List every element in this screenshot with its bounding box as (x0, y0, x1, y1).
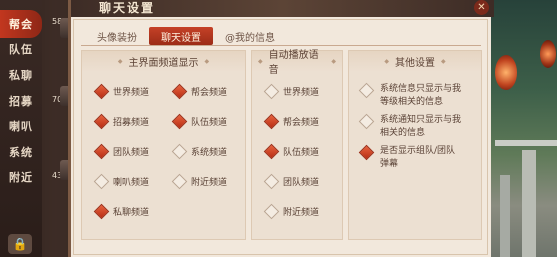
option-label: 帮会频道 (283, 118, 320, 128)
checkbox[interactable] (93, 83, 110, 100)
section-title: 其他设置 (349, 51, 481, 71)
checkbox[interactable] (93, 173, 110, 190)
tab-mentions[interactable]: @我的信息 (213, 27, 287, 45)
option-label: 系统信息只显示与我 等级相关的信息 (380, 83, 461, 109)
checkbox[interactable] (358, 113, 375, 130)
stone-pillar (500, 175, 510, 257)
option-team-channel[interactable]: 队伍频道 (171, 113, 228, 130)
tab-avatar-decoration[interactable]: 头像装扮 (85, 27, 149, 45)
checkbox[interactable] (171, 113, 188, 130)
option-team-barrage[interactable]: 是否显示组队/团队 弹幕 (358, 144, 486, 171)
lantern-decoration (540, 40, 556, 68)
checkbox[interactable] (171, 83, 188, 100)
option-private-channel[interactable]: 私聊频道 (93, 203, 150, 220)
option-system-channel[interactable]: 系统频道 (171, 143, 228, 160)
option-world-channel[interactable]: 世界频道 (93, 83, 150, 100)
settings-tabs: 头像装扮 聊天设置 @我的信息 (85, 27, 287, 45)
sidebar-item-nearby[interactable]: 附近 (0, 163, 42, 191)
option-label: 团队频道 (283, 178, 320, 188)
panel-title: 聊天设置 (99, 1, 156, 15)
voice-nearby-channel[interactable]: 附近频道 (263, 203, 320, 220)
checkbox[interactable] (358, 82, 375, 99)
main-channel-display-section: 主界面频道显示 世界频道 帮会频道 招募频道 队伍频道 团队频道 系统频道 喇叭… (81, 50, 246, 240)
option-guild-channel[interactable]: 帮会频道 (171, 83, 228, 100)
option-label-line: 系统通知只显示与我 (380, 115, 462, 125)
option-horn-channel[interactable]: 喇叭频道 (93, 173, 150, 190)
voice-guild-channel[interactable]: 帮会频道 (263, 113, 320, 130)
sidebar-item-recruit[interactable]: 招募 (0, 87, 42, 115)
sidebar-item-guild[interactable]: 帮会 (0, 10, 42, 38)
option-nearby-channel[interactable]: 附近频道 (171, 173, 228, 190)
option-label: 团队频道 (113, 148, 150, 158)
checkbox[interactable] (93, 143, 110, 160)
auto-play-voice-section: 自动播放语音 世界频道 帮会频道 队伍频道 团队频道 附近频道 (251, 50, 343, 240)
checkbox[interactable] (263, 113, 280, 130)
section-title: 自动播放语音 (252, 50, 342, 76)
option-label-line: 相关的信息 (380, 128, 426, 138)
option-label-line: 是否显示组队/团队 (380, 146, 456, 156)
option-label: 世界频道 (283, 88, 320, 98)
option-label-line: 等级相关的信息 (380, 97, 444, 107)
checkbox[interactable] (171, 173, 188, 190)
option-label: 是否显示组队/团队 弹幕 (380, 145, 455, 171)
sidebar-item-system[interactable]: 系统 (0, 138, 42, 166)
voice-raid-channel[interactable]: 团队频道 (263, 173, 320, 190)
option-label: 附近频道 (283, 208, 320, 218)
sidebar-item-horn[interactable]: 喇叭 (0, 112, 42, 140)
checkbox[interactable] (93, 203, 110, 220)
sidebar-item-team[interactable]: 队伍 (0, 35, 42, 63)
stone-pillar (522, 150, 536, 257)
close-icon[interactable]: ✕ (474, 0, 489, 15)
option-label: 喇叭频道 (113, 178, 150, 188)
panel-header: 聊天设置 ✕ (71, 0, 494, 17)
checkbox[interactable] (171, 143, 188, 160)
section-title: 主界面频道显示 (82, 51, 245, 71)
option-label: 系统通知只显示与我 相关的信息 (380, 114, 461, 140)
checkbox[interactable] (93, 113, 110, 130)
lock-icon[interactable]: 🔒 (8, 234, 32, 254)
option-label-line: 系统信息只显示与我 (380, 84, 462, 94)
option-label: 世界频道 (113, 88, 150, 98)
option-recruit-channel[interactable]: 招募频道 (93, 113, 150, 130)
option-label-line: 弹幕 (380, 159, 399, 169)
option-label: 队伍频道 (283, 148, 320, 158)
checkbox[interactable] (263, 143, 280, 160)
option-system-info-level[interactable]: 系统信息只显示与我 等级相关的信息 (358, 82, 486, 109)
tab-chat-settings[interactable]: 聊天设置 (149, 27, 213, 45)
bridge-rail (495, 140, 557, 146)
option-label: 私聊频道 (113, 208, 150, 218)
chat-channel-sidebar: 帮会 队伍 私聊 招募 喇叭 系统 附近 🔒 (0, 0, 42, 257)
option-system-notice-related[interactable]: 系统通知只显示与我 相关的信息 (358, 113, 486, 140)
other-settings-section: 其他设置 系统信息只显示与我等级相关的信息 系统通知只显示与我相关的信息 是否显… (348, 50, 482, 240)
option-label: 帮会频道 (191, 88, 228, 98)
option-label: 系统频道 (191, 148, 228, 158)
voice-team-channel[interactable]: 队伍频道 (263, 143, 320, 160)
option-raid-channel[interactable]: 团队频道 (93, 143, 150, 160)
checkbox[interactable] (263, 173, 280, 190)
option-label: 附近频道 (191, 178, 228, 188)
sidebar-item-private[interactable]: 私聊 (0, 61, 42, 89)
chat-settings-panel: 聊天设置 ✕ 头像装扮 聊天设置 @我的信息 主界面频道显示 世界频道 帮会频道… (68, 0, 494, 257)
lantern-decoration (495, 55, 517, 90)
checkbox[interactable] (263, 203, 280, 220)
option-label: 招募频道 (113, 118, 150, 128)
voice-world-channel[interactable]: 世界频道 (263, 83, 320, 100)
checkbox[interactable] (263, 83, 280, 100)
checkbox[interactable] (358, 144, 375, 161)
option-label: 队伍频道 (191, 118, 228, 128)
